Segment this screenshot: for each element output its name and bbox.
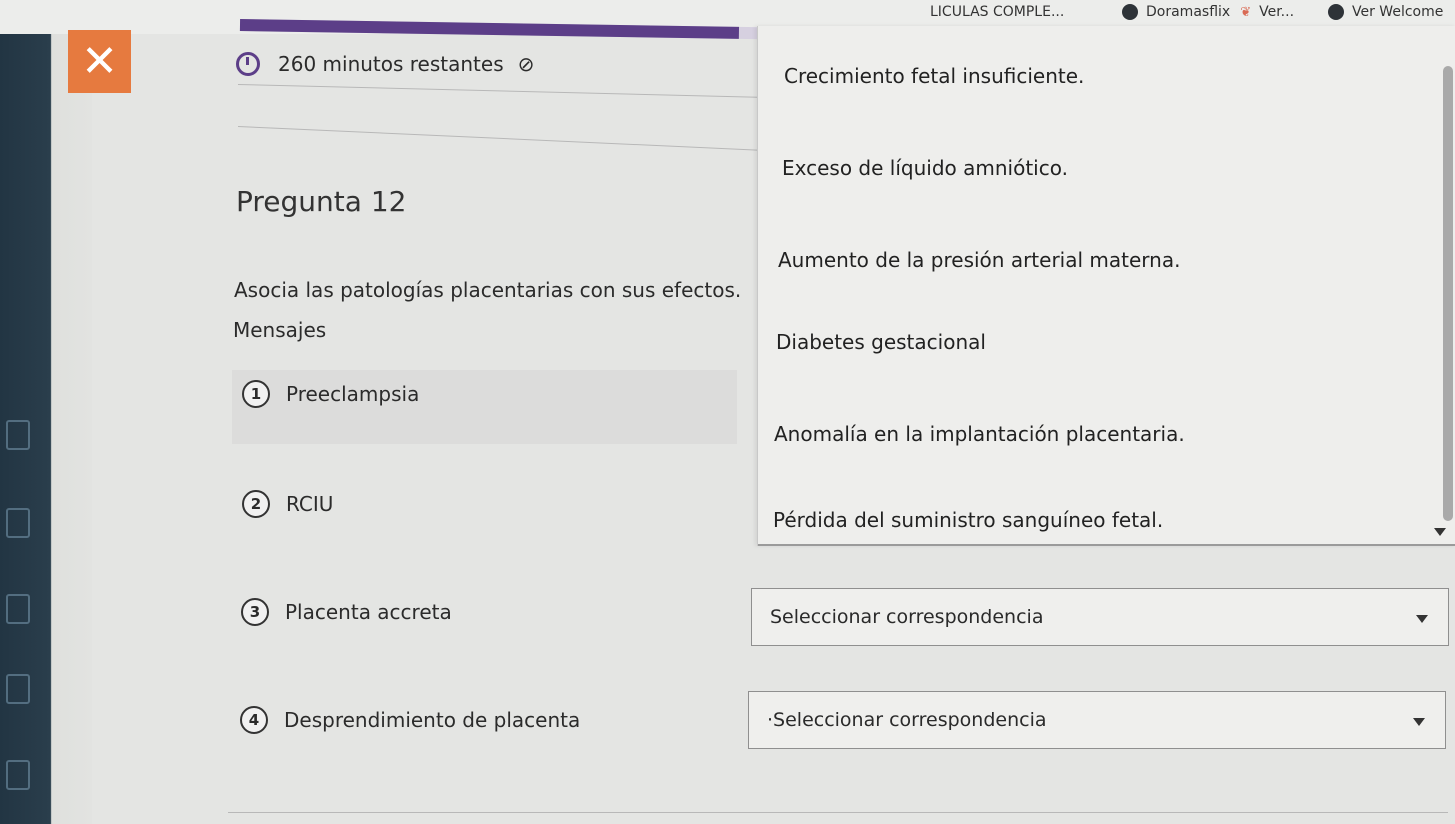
match-item: 1 Preeclampsia (242, 380, 419, 408)
divider (237, 84, 763, 98)
divider (228, 812, 1448, 813)
chevron-down-icon[interactable] (1434, 528, 1446, 536)
match-select-4[interactable]: ·Seleccionar correspondencia (748, 691, 1446, 749)
item-number: 4 (240, 706, 268, 734)
strip-icon (6, 508, 30, 538)
strip-icon (6, 420, 30, 450)
bookmark-welcome[interactable]: Ver Welcome (1328, 4, 1443, 20)
item-number: 2 (242, 490, 270, 518)
site-icon (1122, 4, 1138, 20)
timer-icon (236, 52, 260, 76)
question-text: Asocia las patologías placentarias con s… (234, 278, 742, 302)
chevron-down-icon[interactable] (1416, 615, 1428, 623)
match-select-3[interactable]: Seleccionar correspondencia (751, 588, 1449, 646)
item-label: Placenta accreta (285, 600, 452, 624)
dropdown-option[interactable]: Anomalía en la implantación placentaria. (774, 422, 1185, 446)
dropdown-option[interactable]: Diabetes gestacional (776, 330, 986, 354)
scrollbar[interactable] (1443, 66, 1453, 521)
bookmark-label: Ver Welcome (1352, 4, 1444, 20)
bookmark-label: Ver... (1259, 4, 1295, 20)
side-strip (0, 0, 92, 824)
strip-icon (6, 674, 30, 704)
select-placeholder: Seleccionar correspondencia (770, 606, 1044, 628)
bookmark-doramasflix[interactable]: Doramasflix ❦ Ver... (1122, 4, 1294, 20)
dropdown-option[interactable]: Aumento de la presión arterial materna. (778, 248, 1180, 272)
bookmark-label: Doramasflix (1146, 4, 1231, 20)
dropdown-list[interactable]: Crecimiento fetal insuficiente. Exceso d… (757, 26, 1455, 546)
dropdown-option[interactable]: Crecimiento fetal insuficiente. (784, 64, 1084, 88)
chevron-down-icon[interactable] (1413, 718, 1425, 726)
strip-icon (6, 760, 30, 790)
site-icon (1328, 4, 1344, 20)
match-item: 4 Desprendimiento de placenta (240, 706, 580, 734)
strip-icon (6, 594, 30, 624)
question-title: Pregunta 12 (236, 185, 407, 218)
item-number: 3 (241, 598, 269, 626)
bookmark[interactable]: LICULAS COMPLE... (930, 4, 1064, 20)
match-item: 2 RCIU (242, 490, 333, 518)
dropdown-option[interactable]: Exceso de líquido amniótico. (782, 156, 1068, 180)
leaf-icon: ❦ (1240, 4, 1252, 20)
match-item: 3 Placenta accreta (241, 598, 452, 626)
messages-label: Mensajes (233, 318, 327, 342)
timer: 260 minutos restantes ⊘ (236, 52, 534, 76)
divider (758, 544, 1455, 546)
item-label: Desprendimiento de placenta (284, 708, 581, 732)
item-label: Preeclampsia (286, 382, 420, 406)
item-number: 1 (242, 380, 270, 408)
divider (237, 126, 763, 151)
bookmark-label: LICULAS COMPLE... (930, 4, 1065, 20)
timer-text: 260 minutos restantes (278, 52, 504, 76)
close-icon[interactable]: ✕ (68, 30, 131, 93)
hide-timer-icon[interactable]: ⊘ (518, 52, 535, 76)
dropdown-option[interactable]: Pérdida del suministro sanguíneo fetal. (773, 508, 1163, 532)
select-placeholder: ·Seleccionar correspondencia (767, 709, 1047, 731)
item-label: RCIU (286, 492, 334, 516)
